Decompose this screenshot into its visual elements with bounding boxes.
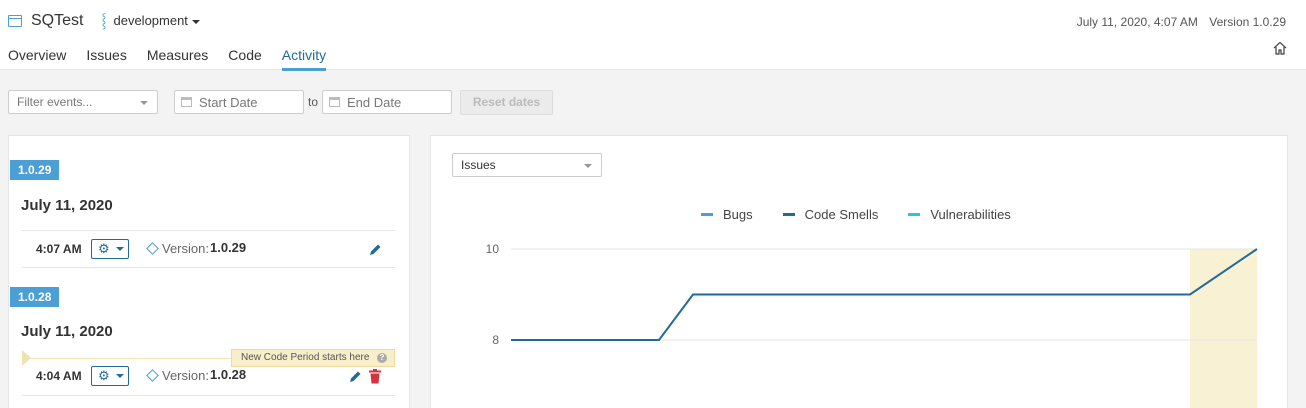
version-event-icon [146, 242, 159, 255]
analysis-meta: July 11, 2020, 4:07 AM Version 1.0.29 [1069, 15, 1286, 29]
branch-icon: ⸾ [101, 12, 107, 28]
event-value: 1.0.28 [210, 367, 247, 382]
issues-line-chart: 10 8 [486, 242, 1258, 408]
reset-dates-button[interactable]: Reset dates [460, 90, 553, 115]
tab-measures[interactable]: Measures [147, 47, 208, 71]
end-date-placeholder: End Date [347, 95, 402, 110]
end-date-input[interactable]: End Date [322, 90, 452, 114]
date-range-separator: to [308, 95, 319, 109]
event-filter-placeholder: Filter events... [17, 95, 93, 109]
project-icon [8, 14, 22, 27]
home-icon[interactable] [1272, 40, 1288, 56]
tab-overview[interactable]: Overview [8, 47, 66, 71]
chevron-down-icon [116, 247, 124, 251]
analysis-version: Version 1.0.29 [1209, 15, 1286, 29]
series-line-code-smells [511, 248, 1258, 341]
gear-icon: ⚙ [98, 368, 110, 383]
version-tag: 1.0.28 [10, 287, 60, 307]
event-label: Version: [162, 241, 209, 256]
version-tag: 1.0.29 [10, 160, 60, 180]
start-date-placeholder: Start Date [199, 95, 258, 110]
branch-selector[interactable]: development [113, 13, 200, 28]
gear-icon: ⚙ [98, 241, 110, 256]
date-heading: July 11, 2020 [21, 323, 113, 340]
event-time: 4:07 AM [36, 242, 82, 256]
calendar-icon [329, 97, 340, 107]
project-name[interactable]: SQTest [31, 12, 83, 30]
start-date-input[interactable]: Start Date [174, 90, 304, 114]
activity-graph-panel: Issues Bugs Code Smells Vulnerabilities … [430, 135, 1288, 408]
tab-issues[interactable]: Issues [86, 47, 126, 71]
chevron-down-icon [191, 19, 200, 24]
y-tick-label: 8 [492, 333, 499, 347]
project-nav-tabs: Overview Issues Measures Code Activity [8, 47, 346, 71]
event-filter-select[interactable]: Filter events... [8, 90, 158, 114]
chevron-down-icon [140, 101, 148, 105]
edit-icon[interactable] [367, 242, 383, 258]
analysis-event-row: 4:07 AM ⚙ Version: 1.0.29 [22, 230, 395, 268]
event-value: 1.0.29 [210, 240, 247, 255]
project-title-row: SQTest ⸾ development [8, 11, 200, 30]
event-label: Version: [162, 368, 209, 383]
event-actions-button[interactable]: ⚙ [91, 366, 129, 386]
analysis-datetime: July 11, 2020, 4:07 AM [1076, 15, 1198, 29]
date-heading: July 11, 2020 [21, 197, 113, 214]
branch-name: development [113, 13, 188, 28]
delete-icon[interactable] [368, 369, 382, 384]
analysis-event-row: 4:04 AM ⚙ Version: 1.0.28 [22, 358, 395, 396]
project-header: SQTest ⸾ development July 11, 2020, 4:07… [0, 0, 1306, 71]
tab-activity[interactable]: Activity [281, 47, 327, 71]
y-tick-label: 10 [486, 242, 500, 256]
event-actions-button[interactable]: ⚙ [91, 239, 129, 259]
version-event-icon [146, 369, 159, 382]
event-time: 4:04 AM [36, 369, 82, 383]
edit-icon[interactable] [347, 369, 363, 385]
activity-timeline: 1.0.29 July 11, 2020 4:07 AM ⚙ Version: … [8, 135, 410, 408]
tab-code[interactable]: Code [228, 47, 261, 71]
chevron-down-icon [116, 374, 124, 378]
calendar-icon [181, 97, 192, 107]
